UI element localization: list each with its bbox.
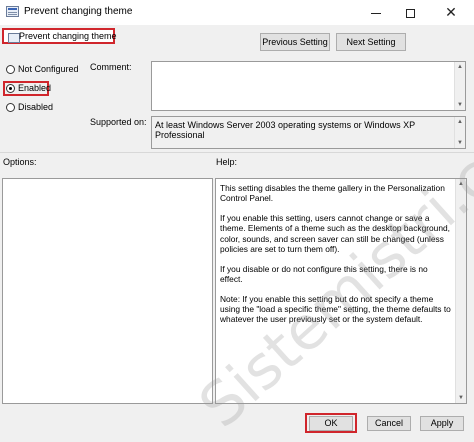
close-button[interactable]: ✕: [431, 0, 471, 25]
comment-label: Comment:: [90, 62, 132, 72]
maximize-button[interactable]: [393, 0, 427, 25]
help-scrollbar[interactable]: ▲ ▼: [455, 179, 466, 403]
policy-name: Prevent changing theme: [19, 31, 117, 41]
next-setting-button[interactable]: Next Setting: [336, 33, 406, 51]
radio-button[interactable]: [6, 103, 15, 112]
close-icon: ✕: [445, 4, 457, 20]
minimize-icon: [371, 13, 381, 15]
window-title: Prevent changing theme: [24, 6, 133, 17]
comment-textarea[interactable]: ▲ ▼: [151, 61, 466, 111]
policy-app-icon: [6, 6, 19, 17]
options-panel: [2, 178, 213, 404]
scroll-up-icon[interactable]: ▲: [456, 179, 466, 189]
scroll-up-icon[interactable]: ▲: [455, 117, 465, 127]
help-paragraph: Note: If you enable this setting but do …: [220, 293, 451, 325]
maximize-icon: [405, 9, 415, 19]
divider: [0, 152, 474, 153]
radio-label: Disabled: [18, 102, 54, 112]
previous-setting-button[interactable]: Previous Setting: [260, 33, 330, 51]
supported-on-label: Supported on:: [90, 117, 147, 127]
supported-scrollbar[interactable]: ▲ ▼: [454, 117, 465, 148]
help-paragraph: If you disable or do not configure this …: [220, 263, 428, 285]
policy-name-highlight: Prevent changing theme: [2, 28, 117, 44]
help-paragraph: This setting disables the theme gallery …: [220, 183, 445, 204]
help-paragraph: If you enable this setting, users cannot…: [220, 213, 450, 254]
radio-button[interactable]: [6, 65, 15, 74]
supported-on-value: At least Windows Server 2003 operating s…: [155, 120, 415, 140]
scroll-down-icon[interactable]: ▼: [455, 138, 465, 148]
options-label: Options:: [3, 157, 37, 167]
apply-button[interactable]: Apply: [420, 416, 464, 431]
scroll-down-icon[interactable]: ▼: [456, 393, 466, 403]
scroll-up-icon[interactable]: ▲: [455, 62, 465, 72]
cancel-button[interactable]: Cancel: [367, 416, 411, 431]
radio-label: Enabled: [18, 83, 52, 93]
minimize-button[interactable]: [359, 0, 393, 25]
help-text: This setting disables the theme gallery …: [220, 183, 452, 334]
ok-button[interactable]: OK: [309, 416, 353, 431]
comment-scrollbar[interactable]: ▲ ▼: [454, 62, 465, 110]
help-label: Help:: [216, 157, 238, 167]
help-panel: This setting disables the theme gallery …: [215, 178, 467, 404]
radio-button-selected[interactable]: [6, 84, 15, 93]
supported-on-field: At least Windows Server 2003 operating s…: [151, 116, 466, 149]
scroll-down-icon[interactable]: ▼: [455, 100, 465, 110]
radio-label: Not Configured: [18, 64, 79, 74]
